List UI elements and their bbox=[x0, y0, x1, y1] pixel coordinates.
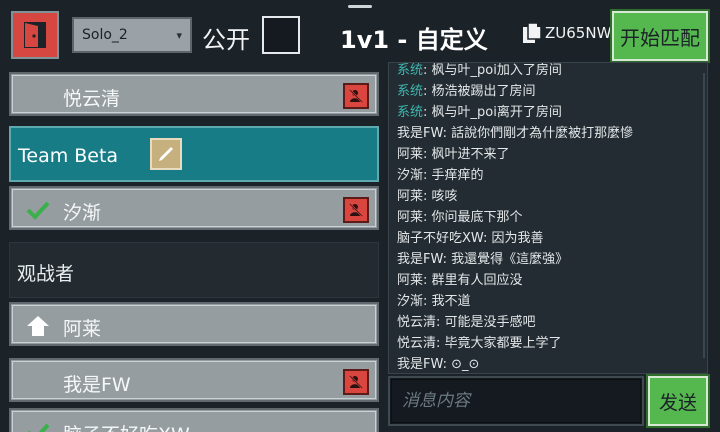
kick-player-icon bbox=[349, 89, 363, 103]
player-name: 阿莱 bbox=[63, 318, 102, 340]
mode-select-value: Solo_2 bbox=[82, 27, 128, 43]
player-row[interactable]: 阿莱 bbox=[9, 302, 379, 346]
chat-line: 系统: 杨浩被踢出了房间 bbox=[397, 84, 536, 99]
chat-line: 汐渐: 手痒痒的 bbox=[397, 168, 484, 183]
player-name: 脑子不好吃XW bbox=[63, 420, 190, 432]
room-code: ZU65NW bbox=[545, 24, 612, 42]
start-match-button[interactable]: 开始匹配 bbox=[610, 9, 710, 63]
check-icon bbox=[25, 198, 51, 222]
team-name: Team Beta bbox=[18, 145, 119, 167]
chat-line: 悦云清: 毕竟大家都要上学了 bbox=[397, 336, 562, 351]
top-bar: Solo_2 ▾ 公开 1v1 - 自定义 ZU65NW 开始匹配 bbox=[0, 0, 720, 70]
send-button[interactable]: 发送 bbox=[646, 374, 710, 428]
player-list: 悦云清 Team Beta 汐渐 观战者 阿莱 我是FW bbox=[0, 70, 388, 432]
exit-room-button[interactable] bbox=[11, 11, 59, 59]
edit-team-button[interactable] bbox=[150, 138, 182, 170]
exit-door-icon bbox=[24, 22, 46, 48]
chat-line: 悦云清: 可能是没手感吧 bbox=[397, 315, 536, 330]
team-row-beta[interactable]: Team Beta bbox=[9, 126, 379, 182]
chat-line: 我是FW: 話說你們剛才為什麼被打那麼慘 bbox=[397, 126, 634, 141]
chat-line: 我是FW: ⊙_⊙ bbox=[397, 357, 480, 372]
chat-line: 我是FW: 我還覺得《這麼強》 bbox=[397, 252, 569, 267]
public-checkbox[interactable] bbox=[262, 16, 300, 54]
kick-player-icon bbox=[349, 375, 363, 389]
home-icon bbox=[25, 314, 51, 338]
start-match-label: 开始匹配 bbox=[620, 25, 700, 50]
kick-player-button[interactable] bbox=[343, 83, 369, 109]
document-icon bbox=[523, 22, 542, 43]
pencil-icon bbox=[159, 147, 173, 161]
chat-line: 阿莱: 你问最底下那个 bbox=[397, 210, 523, 225]
kick-player-button[interactable] bbox=[343, 197, 369, 223]
mode-select[interactable]: Solo_2 ▾ bbox=[72, 17, 192, 53]
player-row[interactable]: 我是FW bbox=[9, 358, 379, 402]
chat-line: 阿莱: 枫叶进不来了 bbox=[397, 147, 510, 162]
kick-player-button[interactable] bbox=[343, 369, 369, 395]
player-name: 我是FW bbox=[63, 374, 131, 396]
send-label: 发送 bbox=[658, 391, 697, 414]
check-icon bbox=[25, 420, 51, 432]
chat-scrollbar[interactable] bbox=[703, 73, 705, 358]
player-row[interactable]: 汐渐 bbox=[9, 186, 379, 230]
player-name: 汐渐 bbox=[63, 202, 102, 224]
chat-line: 阿莱: 群里有人回应没 bbox=[397, 273, 523, 288]
player-row[interactable]: 悦云清 bbox=[9, 72, 379, 116]
message-input[interactable] bbox=[388, 376, 644, 426]
player-name: 悦云清 bbox=[63, 88, 121, 110]
chat-line: 脑子不好吃XW: 因为我善 bbox=[397, 231, 544, 246]
public-label: 公开 bbox=[202, 26, 250, 54]
chat-line: 汐渐: 我不道 bbox=[397, 294, 471, 309]
chevron-down-icon: ▾ bbox=[176, 28, 182, 42]
chat-log[interactable]: 系统: 枫与叶_poi加入了房间 系统: 杨浩被踢出了房间 系统: 枫与叶_po… bbox=[388, 62, 708, 374]
chat-line: 系统: 枫与叶_poi加入了房间 bbox=[397, 63, 562, 78]
chat-line: 阿莱: 咳咳 bbox=[397, 189, 458, 204]
kick-player-icon bbox=[349, 203, 363, 217]
chat-line: 系统: 枫与叶_poi离开了房间 bbox=[397, 105, 562, 120]
spectator-header[interactable]: 观战者 bbox=[9, 242, 379, 298]
room-code-copy[interactable]: ZU65NW bbox=[522, 22, 611, 44]
player-row[interactable]: 脑子不好吃XW bbox=[9, 408, 379, 432]
room-title: 1v1 - 自定义 bbox=[340, 26, 488, 54]
spectator-label: 观战者 bbox=[17, 263, 75, 285]
drag-handle[interactable] bbox=[348, 5, 372, 8]
